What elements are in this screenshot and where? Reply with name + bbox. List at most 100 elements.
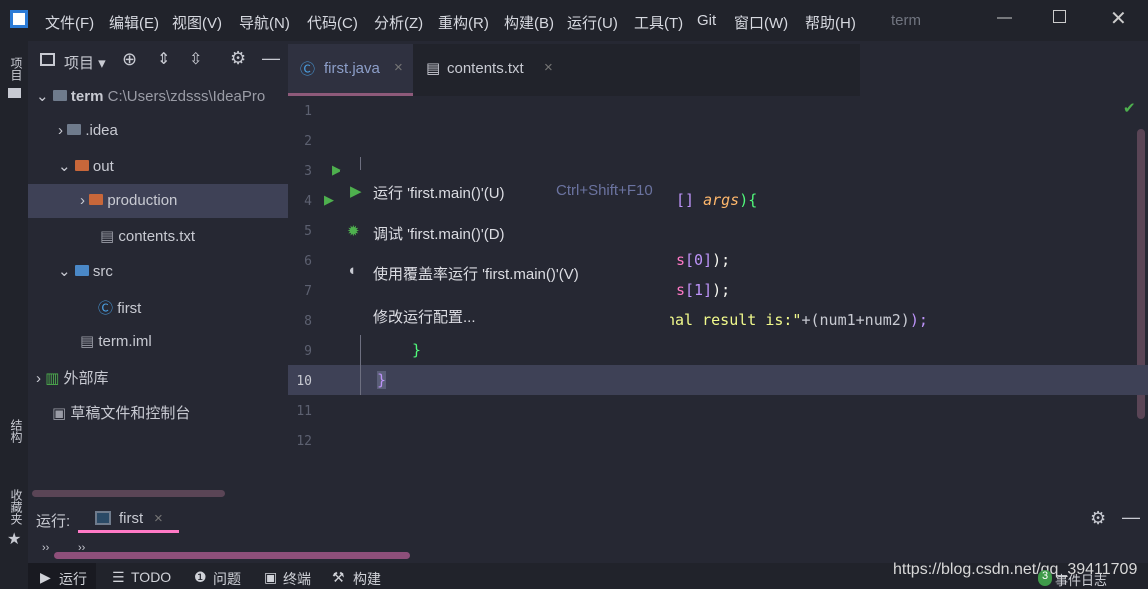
title-bar: 文件(F) 编辑(E) 视图(V) 导航(N) 代码(C) 分析(Z) 重构(R… (0, 0, 1148, 41)
menu-file[interactable]: 文件(F) (45, 12, 94, 33)
current-line-highlight (288, 365, 1148, 395)
root-path: C:\Users\zdsss\IdeaPro (107, 88, 266, 105)
check-icon: ✔ (1123, 100, 1136, 117)
run-tab-first[interactable]: first (119, 510, 143, 527)
java-class-icon: Ⓒ (300, 61, 316, 78)
popup-item-debug[interactable]: 调试 'first.main()'(D) (373, 223, 505, 244)
hide-icon[interactable]: — (1122, 507, 1140, 528)
line-number: 10 (296, 374, 312, 389)
line-number: 5 (304, 224, 312, 239)
line-number: 11 (296, 404, 312, 419)
tree-item-contents[interactable]: ▤ contents.txt (100, 227, 195, 245)
menu-view[interactable]: 视图(V) (172, 12, 222, 33)
terminal-icon: ▣ (264, 569, 278, 585)
gear-icon[interactable]: ⚙ (230, 48, 246, 69)
line-number: 12 (296, 434, 312, 449)
project-view-dropdown[interactable]: 项目 ▾ (64, 52, 106, 73)
star-icon: ★ (7, 531, 22, 548)
tree-item-src[interactable]: ⌄ src (58, 262, 113, 280)
tab-label: contents.txt (447, 60, 524, 77)
close-tab-icon[interactable]: × (394, 59, 403, 76)
tree-item-idea[interactable]: › .idea (58, 122, 118, 139)
file-icon: ▤ (80, 333, 95, 350)
run-icon: ▶ (350, 183, 362, 200)
minimize-button[interactable]: — (997, 9, 1012, 26)
terminal-tool-tab[interactable]: ▣ 终端 (262, 563, 322, 589)
menu-help[interactable]: 帮助(H) (805, 12, 856, 33)
tree-item-first[interactable]: Ⓒ first (98, 297, 141, 318)
menu-analyze[interactable]: 分析(Z) (374, 12, 423, 33)
tree-item-out[interactable]: ⌄ out (58, 157, 114, 175)
run-gutter-icon[interactable]: ▶ (324, 192, 334, 208)
close-tab-icon[interactable]: × (544, 59, 553, 76)
menu-navigate[interactable]: 导航(N) (239, 12, 290, 33)
console-icon (95, 511, 111, 525)
java-class-icon: Ⓒ (98, 300, 114, 317)
hide-icon[interactable]: — (262, 48, 280, 69)
root-name: term (70, 88, 104, 105)
label: 构建 (353, 571, 381, 587)
line-number: 7 (304, 284, 312, 299)
code-line-8: nal result is:"+(num1+num2)); (666, 311, 928, 329)
locate-icon[interactable]: ⊕ (122, 49, 137, 70)
run-tool-tab[interactable]: ▶ 运行 (28, 563, 96, 589)
line-number: 8 (304, 314, 312, 329)
warning-icon: ❶ (194, 569, 207, 585)
popup-item-run[interactable]: 运行 'first.main()'(U) (373, 182, 505, 203)
list-icon: ☰ (112, 569, 125, 585)
run-context-popup: ▶ 运行 'first.main()'(U) Ctrl+Shift+F10 ✹ … (340, 170, 670, 335)
todo-tool-tab[interactable]: ☰ TODO (110, 563, 180, 589)
line-number: 1 (304, 104, 312, 119)
close-tab-icon[interactable]: × (154, 510, 163, 527)
tree-item-term-iml[interactable]: ▤ term.iml (80, 332, 152, 350)
close-window-button[interactable]: ✕ (1110, 6, 1127, 31)
code-line-9: } (412, 341, 422, 359)
popup-item-edit-config[interactable]: 修改运行配置... (373, 306, 476, 327)
menu-refactor[interactable]: 重构(R) (438, 12, 489, 33)
tab-contents-txt[interactable]: ▤ contents.txt × (418, 44, 558, 96)
label: out (92, 158, 114, 175)
tree-item-scratches[interactable]: ▣ 草稿文件和控制台 (52, 402, 190, 423)
project-tool-tab[interactable]: 项目 (8, 57, 25, 81)
label: production (107, 192, 178, 209)
menu-git[interactable]: Git (697, 12, 716, 29)
label: 终端 (283, 571, 311, 587)
menu-edit[interactable]: 编辑(E) (109, 12, 159, 33)
intellij-logo-icon (10, 10, 28, 28)
expand-all-icon[interactable]: ⇕ (157, 49, 170, 69)
label: TODO (131, 569, 172, 585)
maximize-button[interactable] (1053, 10, 1066, 23)
expand-chevron-icon[interactable]: ›› (42, 542, 49, 554)
structure-tool-tab[interactable]: 结构 (8, 419, 25, 443)
favorites-tool-tab[interactable]: 收藏夹 (8, 489, 25, 525)
menu-code[interactable]: 代码(C) (307, 12, 358, 33)
debug-bug-icon: ✹ (347, 223, 360, 240)
menu-tools[interactable]: 工具(T) (634, 12, 683, 33)
tree-item-libraries[interactable]: › ▥ 外部库 (36, 367, 109, 388)
tool-window-bar: ▶ 运行 ☰ TODO ❶ 问题 ▣ 终端 ⚒ 构建 https://blog.csdn… (0, 561, 1148, 589)
menu-run[interactable]: 运行(U) (567, 12, 618, 33)
popup-item-coverage[interactable]: 使用覆盖率运行 'first.main()'(V) (373, 263, 579, 284)
file-icon: ▤ (100, 228, 115, 245)
shortcut-label: Ctrl+Shift+F10 (556, 182, 653, 199)
tree-root[interactable]: ⌄ term C:\Users\zdsss\IdeaPro (36, 87, 265, 105)
line-number: 2 (304, 134, 312, 149)
tab-first-java[interactable]: Ⓒ first.java × (288, 44, 413, 96)
folder-icon (67, 124, 82, 135)
label: 外部库 (63, 370, 109, 387)
label: first (117, 300, 142, 317)
code-line-4: [] args){ (676, 191, 758, 209)
horizontal-scrollbar[interactable] (32, 490, 225, 497)
gear-icon[interactable]: ⚙ (1090, 508, 1106, 529)
build-tool-tab[interactable]: ⚒ 构建 (332, 563, 392, 589)
menu-build[interactable]: 构建(B) (504, 12, 554, 33)
horizontal-scrollbar[interactable] (54, 552, 410, 559)
event-log-button[interactable]: 事件日志 (1055, 570, 1107, 589)
tree-item-production[interactable]: › production (80, 192, 177, 209)
problems-tool-tab[interactable]: ❶ 问题 (192, 563, 252, 589)
folder-icon (8, 88, 21, 98)
collapse-all-icon[interactable]: ⇳ (189, 49, 202, 69)
code-line-7: s[1]); (676, 281, 731, 299)
menu-window[interactable]: 窗口(W) (734, 12, 788, 33)
project-panel: 项目 ▾ ⊕ ⇕ ⇳ ⚙ — ⌄ term C:\Users\zdsss\Ide… (28, 41, 288, 500)
